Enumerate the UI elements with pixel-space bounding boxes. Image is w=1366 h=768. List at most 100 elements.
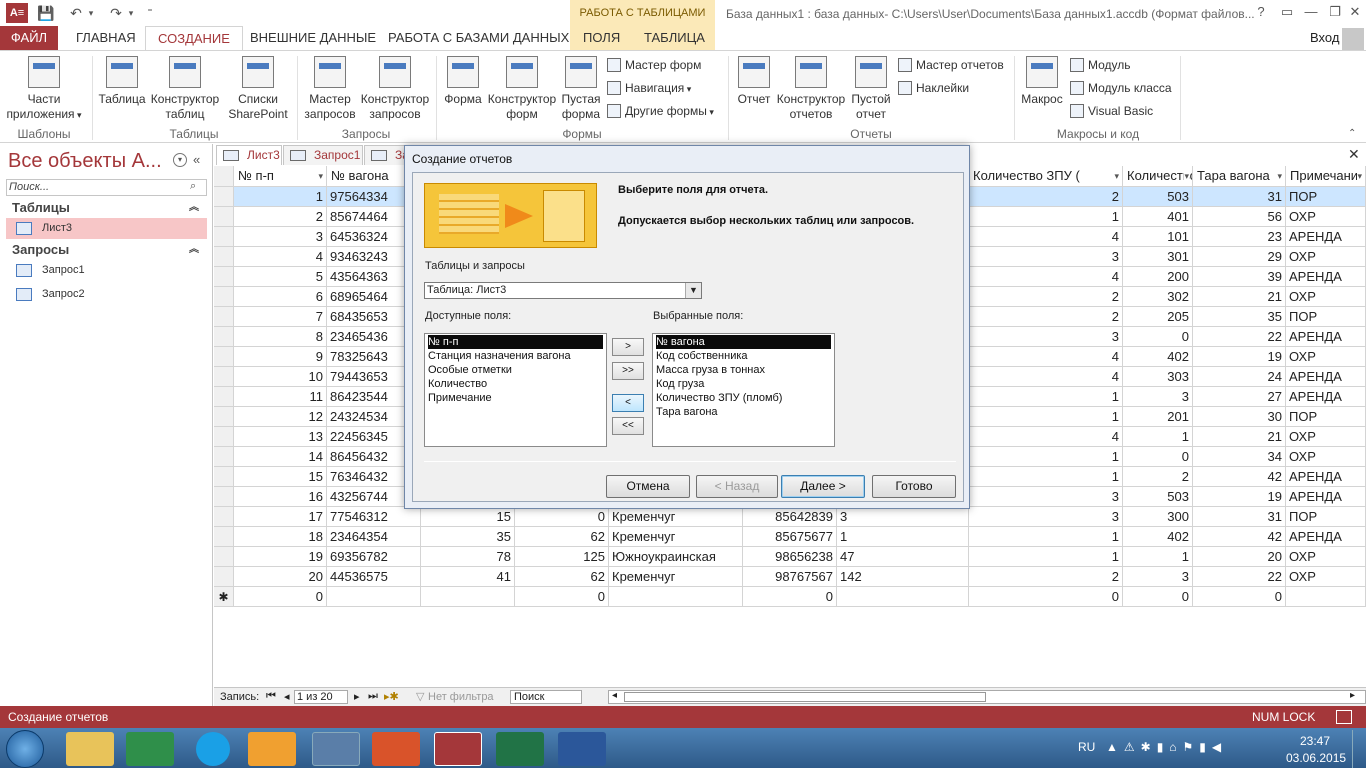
finish-button[interactable]: Готово bbox=[872, 475, 956, 498]
table-cell[interactable]: 78 bbox=[421, 547, 515, 567]
table-cell[interactable]: 402 bbox=[1123, 347, 1193, 367]
table-cell[interactable]: 4 bbox=[969, 367, 1123, 387]
first-record-icon[interactable]: ⏮ bbox=[266, 690, 276, 703]
table-cell[interactable]: 3 bbox=[969, 247, 1123, 267]
table-cell[interactable]: ОХР bbox=[1286, 547, 1366, 567]
explorer-icon[interactable] bbox=[66, 732, 114, 766]
cancel-button[interactable]: Отмена bbox=[606, 475, 690, 498]
chevron-down-icon[interactable]: ▾ bbox=[1357, 166, 1362, 186]
new-record-cell[interactable]: 0 bbox=[969, 587, 1123, 607]
table-cell[interactable]: 14 bbox=[234, 447, 327, 467]
table-cell[interactable]: 1 bbox=[1123, 427, 1193, 447]
blank-report-button[interactable]: Пустой отчет bbox=[848, 56, 894, 122]
new-record-cell[interactable]: 0 bbox=[743, 587, 837, 607]
chevron-down-icon[interactable]: ▾ bbox=[318, 166, 323, 186]
table-cell[interactable]: АРЕНДА bbox=[1286, 267, 1366, 287]
column-header[interactable]: Количество ▾ bbox=[1123, 166, 1193, 187]
row-selector[interactable] bbox=[214, 507, 234, 527]
table-cell[interactable]: ПОР bbox=[1286, 507, 1366, 527]
table-cell[interactable]: 1 bbox=[1123, 547, 1193, 567]
row-selector[interactable] bbox=[214, 487, 234, 507]
table-cell[interactable]: 20 bbox=[1193, 547, 1286, 567]
table-cell[interactable]: 19 bbox=[1193, 487, 1286, 507]
table-cell[interactable]: Кременчуг bbox=[609, 527, 743, 547]
row-selector[interactable]: ✱ bbox=[214, 587, 234, 607]
datasheet-view-icon[interactable] bbox=[1336, 710, 1352, 724]
tab-database-tools[interactable]: РАБОТА С БАЗАМИ ДАННЫХ bbox=[376, 26, 581, 50]
table-cell[interactable]: Кременчуг bbox=[609, 507, 743, 527]
table-cell[interactable]: АРЕНДА bbox=[1286, 487, 1366, 507]
tray-icons[interactable]: ▲⚠✱▮⌂⚑▮◀ bbox=[1106, 740, 1227, 754]
table-cell[interactable]: 4 bbox=[969, 427, 1123, 447]
table-cell[interactable]: АРЕНДА bbox=[1286, 387, 1366, 407]
row-selector[interactable] bbox=[214, 547, 234, 567]
table-cell[interactable]: 6 bbox=[234, 287, 327, 307]
table-cell[interactable]: 2 bbox=[969, 567, 1123, 587]
table-cell[interactable]: 303 bbox=[1123, 367, 1193, 387]
chevron-down-icon[interactable]: ▾ bbox=[1277, 166, 1282, 186]
report-wizard-button[interactable]: Мастер отчетов bbox=[898, 57, 1004, 73]
form-design-button[interactable]: Конструктор форм bbox=[486, 56, 558, 122]
table-cell[interactable]: 3 bbox=[837, 507, 969, 527]
table-cell[interactable]: 12 bbox=[234, 407, 327, 427]
excel-icon[interactable] bbox=[496, 732, 544, 766]
nav-item-list3[interactable]: Лист3 bbox=[6, 218, 207, 239]
doc-tab-query1[interactable]: Запрос1 bbox=[283, 145, 363, 165]
new-record-cell[interactable]: 0 bbox=[1123, 587, 1193, 607]
table-cell[interactable]: 15 bbox=[234, 467, 327, 487]
table-cell[interactable]: ПОР bbox=[1286, 307, 1366, 327]
table-cell[interactable]: 16 bbox=[234, 487, 327, 507]
table-cell[interactable]: Кременчуг bbox=[609, 567, 743, 587]
chevron-down-icon[interactable]: ▾ bbox=[1114, 166, 1119, 186]
column-header[interactable]: Количество ЗПУ (▾ bbox=[969, 166, 1123, 187]
teamviewer-icon[interactable] bbox=[312, 732, 360, 766]
row-selector[interactable] bbox=[214, 187, 234, 207]
doc-tab-list3[interactable]: Лист3 bbox=[216, 145, 282, 165]
table-cell[interactable]: 4 bbox=[969, 227, 1123, 247]
table-cell[interactable]: 1 bbox=[969, 387, 1123, 407]
table-cell[interactable]: 1 bbox=[969, 527, 1123, 547]
form-button[interactable]: Форма bbox=[440, 56, 486, 107]
scroll-right-icon[interactable]: ▸ bbox=[1350, 690, 1355, 701]
table-cell[interactable]: 4 bbox=[969, 267, 1123, 287]
nav-section-queries[interactable]: Запросы ︽ bbox=[6, 240, 207, 260]
row-selector[interactable] bbox=[214, 447, 234, 467]
table-cell[interactable]: 302 bbox=[1123, 287, 1193, 307]
query-wizard-button[interactable]: Мастер запросов bbox=[300, 56, 360, 122]
table-cell[interactable]: 3 bbox=[969, 327, 1123, 347]
tab-table[interactable]: ТАБЛИЦА bbox=[632, 26, 717, 50]
table-cell[interactable]: 10 bbox=[234, 367, 327, 387]
table-button[interactable]: Таблица bbox=[96, 56, 148, 107]
row-selector[interactable] bbox=[214, 367, 234, 387]
row-selector[interactable] bbox=[214, 307, 234, 327]
table-cell[interactable]: 0 bbox=[515, 507, 609, 527]
table-cell[interactable]: 142 bbox=[837, 567, 969, 587]
report-button[interactable]: Отчет bbox=[732, 56, 776, 107]
table-cell[interactable]: 0 bbox=[1123, 447, 1193, 467]
table-cell[interactable]: 22 bbox=[1193, 327, 1286, 347]
row-selector[interactable] bbox=[214, 527, 234, 547]
back-button[interactable]: < Назад bbox=[696, 475, 778, 498]
table-cell[interactable]: ОХР bbox=[1286, 247, 1366, 267]
row-selector[interactable] bbox=[214, 207, 234, 227]
scroll-left-icon[interactable]: ◂ bbox=[612, 690, 617, 701]
table-cell[interactable]: 69356782 bbox=[327, 547, 421, 567]
row-selector[interactable] bbox=[214, 407, 234, 427]
new-record-cell[interactable] bbox=[327, 587, 421, 607]
row-selector[interactable] bbox=[214, 427, 234, 447]
tab-file[interactable]: ФАЙЛ bbox=[0, 26, 58, 50]
table-cell[interactable]: 23 bbox=[1193, 227, 1286, 247]
table-cell[interactable]: 300 bbox=[1123, 507, 1193, 527]
new-record-cell[interactable] bbox=[837, 587, 969, 607]
add-all-fields-button[interactable]: >> bbox=[612, 362, 644, 380]
table-cell[interactable]: 22 bbox=[1193, 567, 1286, 587]
table-select[interactable]: Таблица: Лист3 ▼ bbox=[424, 282, 702, 299]
sharepoint-lists-button[interactable]: Списки SharePoint bbox=[222, 56, 294, 122]
list-item[interactable]: Примечание bbox=[428, 391, 603, 405]
new-record-cell[interactable] bbox=[421, 587, 515, 607]
shutter-bar-icon[interactable]: « bbox=[193, 152, 200, 167]
chevron-down-icon[interactable]: ▼ bbox=[685, 283, 701, 298]
media-player-icon[interactable] bbox=[248, 732, 296, 766]
table-cell[interactable]: 503 bbox=[1123, 187, 1193, 207]
table-cell[interactable]: 77546312 bbox=[327, 507, 421, 527]
